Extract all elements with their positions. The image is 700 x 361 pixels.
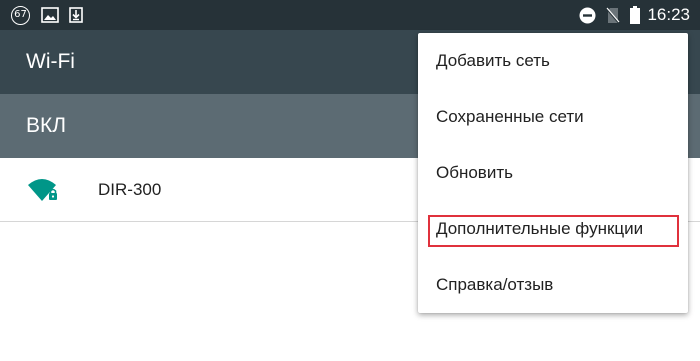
battery-icon (629, 5, 641, 25)
menu-item-saved-networks[interactable]: Сохраненные сети (418, 89, 688, 145)
menu-item-label: Справка/отзыв (436, 275, 554, 294)
menu-item-label: Добавить сеть (436, 51, 550, 70)
menu-item-refresh[interactable]: Обновить (418, 145, 688, 201)
notification-count-badge: 67 (10, 5, 31, 25)
notification-count: 67 (11, 5, 30, 25)
do-not-disturb-icon (578, 5, 596, 25)
status-bar: 67 16:23 (0, 0, 700, 30)
wifi-switch-label: ВКЛ (26, 114, 67, 137)
menu-item-help-feedback[interactable]: Справка/отзыв (418, 257, 688, 313)
image-icon (40, 5, 60, 25)
menu-item-label: Обновить (436, 163, 513, 182)
wifi-locked-icon (28, 179, 57, 201)
menu-item-label: Сохраненные сети (436, 107, 584, 126)
menu-item-label: Дополнительные функции (436, 219, 644, 238)
menu-item-advanced[interactable]: Дополнительные функции (418, 201, 688, 257)
download-icon (67, 5, 85, 25)
status-clock: 16:23 (647, 5, 690, 24)
page-title: Wi-Fi (26, 50, 75, 73)
no-sim-icon (605, 5, 621, 25)
overflow-menu: Добавить сеть Сохраненные сети Обновить … (418, 33, 688, 313)
menu-item-add-network[interactable]: Добавить сеть (418, 33, 688, 89)
network-ssid: DIR-300 (98, 180, 162, 199)
